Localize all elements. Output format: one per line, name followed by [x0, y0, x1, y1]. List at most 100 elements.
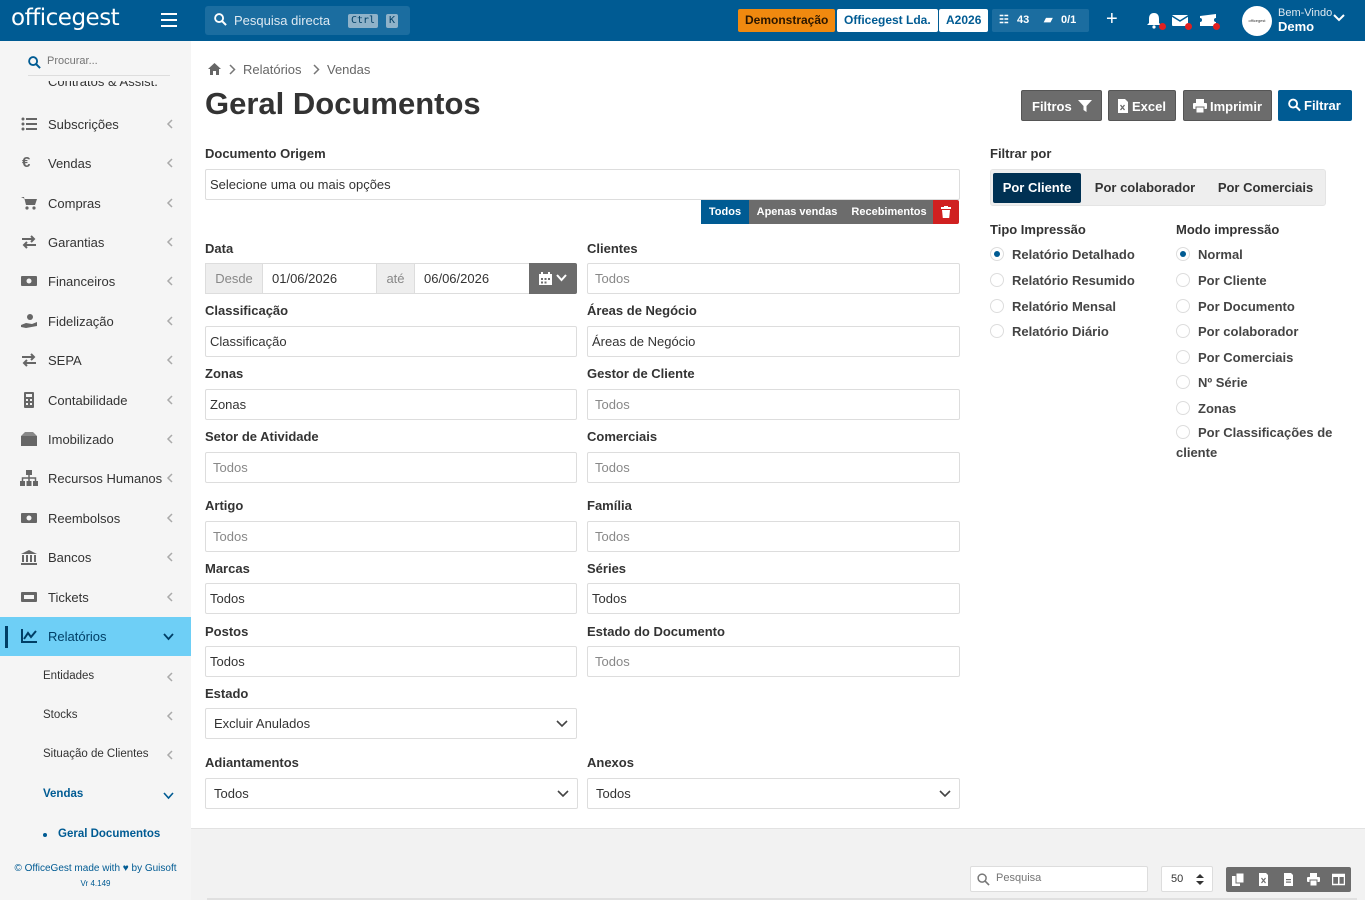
sidebar-subitem-stocks[interactable]: Stocks — [0, 697, 191, 736]
username[interactable]: Demo — [1278, 19, 1314, 34]
date-from-input[interactable]: 01/06/2026 — [262, 263, 377, 294]
print-table-button[interactable] — [1301, 867, 1326, 892]
avatar[interactable]: officegest — [1242, 6, 1272, 36]
home-icon[interactable] — [207, 62, 222, 76]
global-search[interactable]: Pesquisa directa Ctrl K — [205, 6, 410, 35]
radio-circle — [990, 273, 1004, 287]
page-size-value: 50 — [1171, 873, 1184, 885]
sidebar-item-contratos[interactable]: Contratos & Assist. — [48, 81, 178, 91]
sidebar-item-tickets[interactable]: Tickets — [0, 578, 191, 617]
doc-option-apenas-vendas[interactable]: Apenas vendas — [749, 200, 845, 224]
sidebar-subitem-situacao-clientes[interactable]: Situação de Clientes — [0, 736, 191, 775]
gestor-cliente-input[interactable]: Todos — [587, 389, 960, 420]
marcas-input[interactable]: Todos — [205, 583, 577, 614]
chevron-down-icon[interactable] — [1333, 13, 1345, 23]
radio-label: Por colaborador — [1198, 324, 1299, 339]
series-input[interactable]: Todos — [587, 583, 960, 614]
calendar-button[interactable] — [529, 263, 577, 294]
breadcrumb-item[interactable]: Vendas — [327, 62, 370, 77]
sidebar-item-label: Compras — [48, 196, 101, 211]
app-logo[interactable]: officegest — [11, 5, 120, 31]
bell-icon[interactable] — [1145, 11, 1166, 30]
demo-badge[interactable]: Demonstração — [738, 9, 836, 32]
breadcrumb-item[interactable]: Relatórios — [243, 62, 302, 77]
sidebar-item-garantias[interactable]: Garantias — [0, 223, 191, 262]
sidebar-item-compras[interactable]: Compras — [0, 184, 191, 223]
filter-button[interactable]: Filtrar — [1278, 90, 1352, 121]
artigo-input[interactable]: Todos — [205, 521, 577, 552]
sidebar-footer: © OfficeGest made with ♥ by Guisoft Vr 4… — [0, 863, 191, 888]
sidebar-subitem-vendas[interactable]: Vendas — [0, 776, 191, 815]
excel-button[interactable]: Excel — [1108, 90, 1176, 121]
chevron-down-icon — [163, 633, 174, 641]
doc-option-recebimentos[interactable]: Recebimentos — [845, 200, 933, 224]
sidebar-item-financeiros[interactable]: Financeiros — [0, 262, 191, 301]
familia-input[interactable]: Todos — [587, 521, 960, 552]
radio-label: Relatório Diário — [1012, 324, 1109, 339]
chevron-left-icon — [166, 592, 173, 602]
comerciais-input[interactable]: Todos — [587, 452, 960, 483]
zonas-input[interactable]: Zonas — [205, 389, 577, 420]
footer-credit[interactable]: © OfficeGest made with ♥ by Guisoft — [0, 863, 191, 874]
excel-export-button[interactable] — [1251, 867, 1276, 892]
year-badge[interactable]: A2026 — [939, 9, 989, 32]
tasks-counter[interactable]: ☷ 43 ▰ 0/1 — [992, 9, 1089, 32]
copy-button[interactable] — [1226, 867, 1251, 892]
radio-modo-por-classificacoes[interactable]: Por Classificações de cliente — [1176, 423, 1346, 463]
sidebar-item-vendas[interactable]: € Vendas — [0, 144, 191, 183]
setor-atividade-label: Setor de Atividade — [205, 429, 319, 444]
folders-count: 0/1 — [1061, 14, 1077, 26]
sidebar: Contratos & Assist. Subscrições € Vendas… — [0, 41, 191, 900]
print-button[interactable]: Imprimir — [1183, 90, 1272, 121]
sidebar-item-contabilidade[interactable]: Contabilidade — [0, 381, 191, 420]
sitemap-icon — [20, 470, 38, 486]
anexos-select[interactable]: Todos — [587, 778, 960, 809]
columns-button[interactable] — [1326, 867, 1351, 892]
classificacao-input[interactable]: Classificação — [205, 326, 577, 357]
clear-selection-button[interactable] — [933, 200, 959, 224]
sidebar-item-sepa[interactable]: SEPA — [0, 341, 191, 380]
adiantamentos-select[interactable]: Todos — [205, 778, 578, 809]
company-badge[interactable]: Officegest Lda. — [837, 9, 938, 32]
sidebar-search-input[interactable] — [47, 55, 167, 67]
areas-negocio-input[interactable]: Áreas de Negócio — [587, 326, 960, 357]
pdf-export-button[interactable] — [1276, 867, 1301, 892]
mail-icon[interactable] — [1171, 11, 1192, 30]
date-to-input[interactable]: 06/06/2026 — [414, 263, 530, 294]
documento-origem-select[interactable]: Selecione uma ou mais opções — [205, 169, 960, 200]
tab-por-colaborador[interactable]: Por colaborador — [1087, 173, 1203, 203]
radio-label: Por Documento — [1198, 299, 1295, 314]
postos-input[interactable]: Todos — [205, 646, 577, 677]
sidebar-item-relatorios[interactable]: Relatórios — [0, 617, 191, 656]
sidebar-item-label: Contabilidade — [48, 393, 128, 408]
radio-label: Por Classificações de cliente — [1176, 425, 1333, 460]
sidebar-subitem-entidades[interactable]: Entidades — [0, 658, 191, 697]
doc-option-todos[interactable]: Todos — [701, 200, 749, 224]
tab-por-cliente[interactable]: Por Cliente — [993, 173, 1081, 203]
sidebar-leaf-geral-documentos[interactable]: Geral Documentos — [0, 823, 191, 847]
tab-por-comerciais[interactable]: Por Comerciais — [1209, 173, 1322, 203]
sidebar-item-bancos[interactable]: Bancos — [0, 538, 191, 577]
sidebar-item-reembolsos[interactable]: Reembolsos — [0, 499, 191, 538]
table-search[interactable] — [970, 866, 1148, 892]
estado-select[interactable]: Excluir Anulados — [205, 708, 577, 739]
sidebar-item-recursos-humanos[interactable]: Recursos Humanos — [0, 459, 191, 498]
chevron-left-icon — [166, 237, 173, 247]
chevron-down-icon — [939, 790, 951, 798]
sidebar-search[interactable] — [28, 54, 170, 76]
clientes-input[interactable]: Todos — [587, 263, 960, 294]
chevron-left-icon — [166, 316, 173, 326]
sidebar-item-fidelizacao[interactable]: Fidelização — [0, 302, 191, 341]
setor-atividade-input[interactable]: Todos — [205, 452, 577, 483]
chevron-left-icon — [166, 711, 173, 721]
menu-toggle-icon[interactable] — [161, 13, 177, 27]
ticket-icon[interactable] — [1199, 11, 1220, 30]
sidebar-item-imobilizado[interactable]: Imobilizado — [0, 420, 191, 459]
add-icon[interactable]: + — [1106, 8, 1118, 31]
sidebar-item-subscricoes[interactable]: Subscrições — [0, 105, 191, 144]
page-size-select[interactable]: 50 — [1161, 866, 1213, 892]
estado-documento-input[interactable]: Todos — [587, 646, 960, 677]
filters-button[interactable]: Filtros — [1021, 90, 1102, 121]
filtrar-por-label: Filtrar por — [990, 146, 1052, 161]
table-search-input[interactable] — [996, 872, 1136, 884]
